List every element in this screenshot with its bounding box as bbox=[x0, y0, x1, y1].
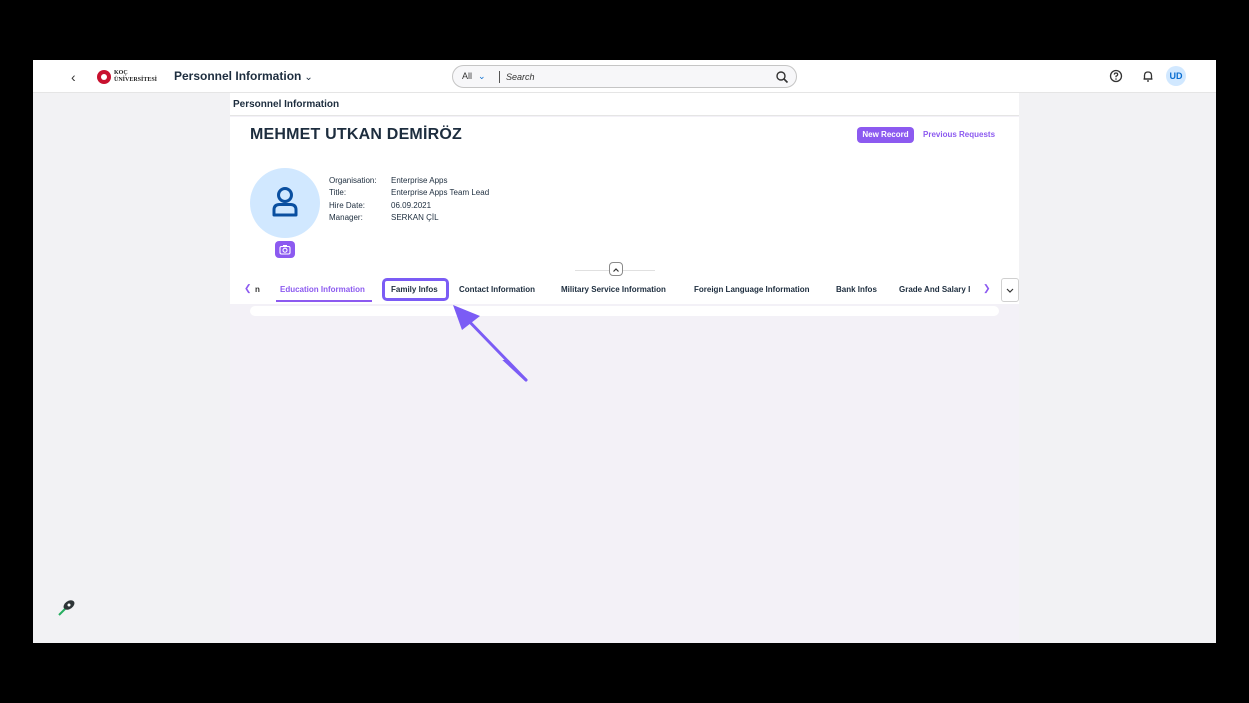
app-title-menu[interactable]: Personnel Information ⌄ bbox=[174, 69, 313, 83]
previous-requests-button[interactable]: Previous Requests bbox=[923, 130, 995, 139]
profile-picture bbox=[250, 168, 320, 238]
back-button[interactable]: ‹ bbox=[71, 69, 85, 85]
camera-icon bbox=[279, 245, 291, 255]
annotation-arrow-head-icon bbox=[453, 305, 528, 382]
search-divider bbox=[499, 71, 500, 83]
help-icon[interactable] bbox=[1109, 69, 1123, 83]
search-scope-select[interactable]: All ⌄ bbox=[462, 71, 486, 82]
chevron-up-icon bbox=[613, 268, 619, 272]
search-icon[interactable] bbox=[775, 70, 789, 84]
logo-emblem-icon bbox=[97, 70, 111, 84]
chevron-down-icon: ⌄ bbox=[478, 71, 486, 81]
selected-tab-indicator bbox=[276, 300, 372, 302]
user-avatar[interactable]: UD bbox=[1166, 66, 1186, 86]
employee-name: MEHMET UTKAN DEMİRÖZ bbox=[250, 126, 462, 143]
new-record-button[interactable]: New Record bbox=[857, 127, 914, 143]
section-tab-bar: ❮ n Education Information Family Infos C… bbox=[230, 278, 1019, 304]
attribute-label: Manager: bbox=[329, 212, 363, 222]
tab-partial[interactable]: n bbox=[255, 285, 260, 294]
attribute-label: Organisation: bbox=[329, 176, 377, 185]
page: Personnel Information MEHMET UTKAN DEMİR… bbox=[230, 93, 1019, 643]
tab-education-information[interactable]: Education Information bbox=[280, 285, 365, 294]
attribute-value: SERKAN ÇİL bbox=[391, 212, 439, 222]
person-icon bbox=[272, 187, 298, 217]
tab-contact-information[interactable]: Contact Information bbox=[459, 285, 535, 294]
tab-scroll-right-button[interactable]: ❯ bbox=[983, 283, 991, 294]
search-bar: All ⌄ bbox=[452, 65, 797, 88]
bell-icon[interactable] bbox=[1141, 69, 1155, 83]
section-content bbox=[250, 306, 999, 316]
university-logo[interactable]: KOÇ ÜNİVERSİTESİ bbox=[97, 69, 157, 85]
attribute-value: 06.09.2021 bbox=[391, 200, 432, 210]
shell-bar: ‹ KOÇ ÜNİVERSİTESİ Personnel Information… bbox=[33, 60, 1216, 93]
tab-overflow-button[interactable] bbox=[1001, 278, 1019, 302]
attribute-label: Title: bbox=[329, 188, 347, 198]
page-header: Personnel Information bbox=[230, 93, 1019, 116]
tab-military-service-information[interactable]: Military Service Information bbox=[561, 285, 666, 294]
search-scope-label: All bbox=[462, 71, 473, 81]
change-photo-button[interactable] bbox=[275, 241, 295, 258]
tab-family-infos[interactable]: Family Infos bbox=[391, 285, 438, 294]
pin-tool-icon[interactable] bbox=[55, 596, 79, 620]
app-title: Personnel Information bbox=[174, 69, 302, 83]
app-window: ‹ KOÇ ÜNİVERSİTESİ Personnel Information… bbox=[33, 60, 1216, 643]
search-input[interactable] bbox=[506, 69, 766, 85]
attribute-label: Hire Date: bbox=[329, 200, 366, 210]
tab-scroll-left-button[interactable]: ❮ bbox=[244, 283, 252, 294]
object-page-header: MEHMET UTKAN DEMİRÖZ New Record Previous… bbox=[230, 117, 1019, 304]
attribute-value: Enterprise Apps bbox=[391, 176, 448, 185]
chevron-down-icon: ⌄ bbox=[304, 72, 313, 83]
attribute-value: Enterprise Apps Team Lead bbox=[391, 188, 490, 198]
tab-grade-and-salary[interactable]: Grade And Salary I bbox=[899, 285, 970, 294]
page-title: Personnel Information bbox=[233, 99, 340, 110]
tab-foreign-language-information[interactable]: Foreign Language Information bbox=[694, 285, 810, 294]
tab-bank-infos[interactable]: Bank Infos bbox=[836, 285, 877, 294]
chevron-down-icon bbox=[1006, 288, 1014, 293]
collapse-header-button[interactable] bbox=[609, 262, 623, 276]
logo-text: KOÇ ÜNİVERSİTESİ bbox=[114, 70, 158, 83]
